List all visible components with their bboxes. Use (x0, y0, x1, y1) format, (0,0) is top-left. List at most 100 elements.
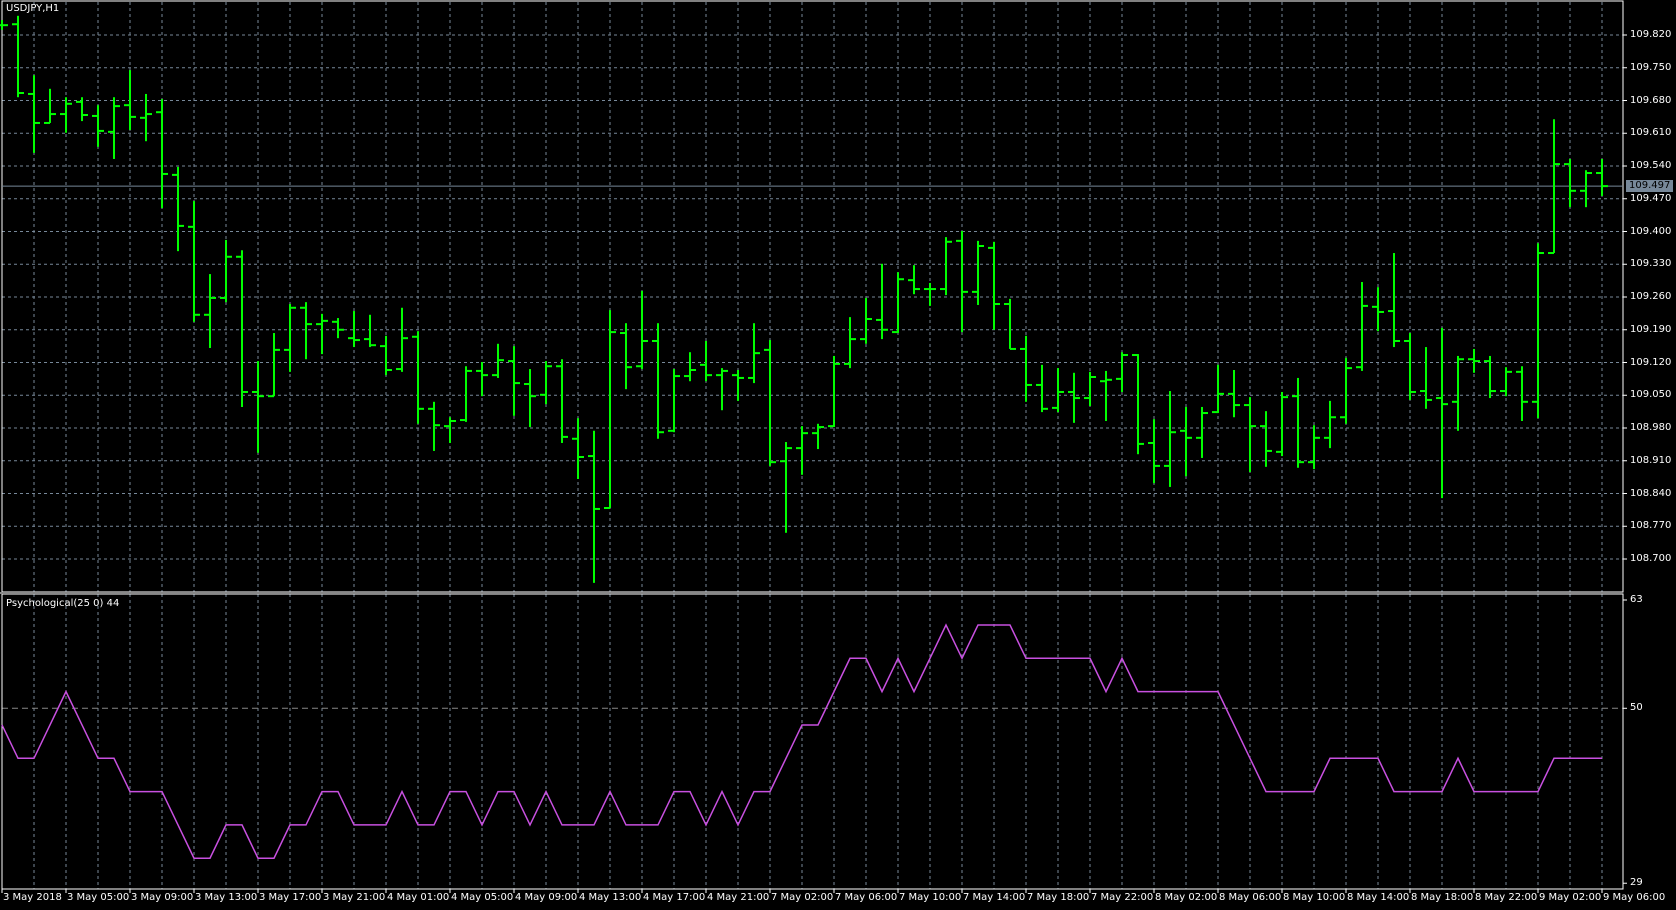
price-axis-label: 109.820 (1630, 29, 1672, 40)
time-axis-label: 8 May 10:00 (1283, 892, 1346, 903)
price-axis-label: 109.120 (1630, 356, 1672, 368)
ohlc-bar (508, 346, 520, 416)
ohlc-bar (284, 304, 296, 372)
ohlc-bar (1132, 354, 1144, 455)
ohlc-bar (220, 239, 232, 303)
price-axis-label: 109.750 (1630, 61, 1672, 73)
ohlc-bar (1020, 335, 1032, 402)
time-axis-label: 3 May 2018 (3, 892, 62, 903)
ohlc-bar (940, 237, 952, 296)
ohlc-bar (476, 362, 488, 397)
ohlc-bar (1004, 298, 1016, 350)
price-axis-label: 109.190 (1630, 323, 1672, 335)
time-axis-label: 8 May 18:00 (1411, 892, 1474, 903)
ohlc-bar (412, 331, 424, 424)
price-axis-label: 108.770 (1630, 520, 1672, 532)
ohlc-bar (252, 361, 264, 453)
ohlc-bar (908, 265, 920, 295)
time-axis-label: 4 May 09:00 (515, 892, 578, 903)
ohlc-bar (1212, 364, 1224, 414)
ohlc-bar (1532, 243, 1544, 419)
time-axis-label: 7 May 10:00 (899, 892, 962, 903)
pane-frames (0, 0, 1627, 893)
ohlc-bar (1500, 367, 1512, 397)
ohlc-bar (780, 442, 792, 533)
ohlc-bar (684, 352, 696, 382)
ohlc-bar (268, 333, 280, 398)
price-axis-label: 109.050 (1630, 389, 1672, 401)
ohlc-bar (540, 361, 552, 405)
time-axis-label: 9 May 06:00 (1603, 892, 1666, 903)
price-axis-label: 108.840 (1630, 487, 1672, 499)
ohlc-bar (1372, 287, 1384, 332)
ohlc-bar (556, 359, 568, 443)
ohlc-bar (1084, 371, 1096, 407)
ohlc-bar (1420, 347, 1432, 409)
current-price-label: 109.497 (1626, 180, 1674, 193)
time-axis-label: 4 May 05:00 (451, 892, 514, 903)
time-axis-label: 8 May 14:00 (1347, 892, 1410, 903)
ohlc-bar (140, 93, 152, 142)
ohlc-bar (12, 15, 24, 98)
ohlc-bar (60, 97, 72, 133)
ohlc-bar (380, 335, 392, 376)
ohlc-bar (316, 313, 328, 355)
ohlc-bar (652, 323, 664, 439)
indicator-label: Psychological(25 0) 44 (6, 598, 120, 609)
ohlc-bar (716, 368, 728, 411)
ohlc-bar (844, 317, 856, 369)
ohlc-bar (1068, 372, 1080, 423)
ohlc-bar (988, 241, 1000, 330)
price-axis-label: 109.610 (1630, 127, 1672, 139)
time-axis-label: 7 May 14:00 (963, 892, 1026, 903)
ohlc-bar (108, 97, 120, 159)
ohlc-bar (892, 272, 904, 334)
ohlc-bar (1516, 366, 1528, 421)
ohlc-bar (156, 99, 168, 209)
ohlc-bar (1324, 400, 1336, 449)
time-axis-label: 4 May 01:00 (387, 892, 450, 903)
time-axis-label: 8 May 06:00 (1219, 892, 1282, 903)
ohlc-bar (92, 105, 104, 147)
price-axis-label: 108.910 (1630, 454, 1672, 466)
ohlc-bar (1276, 391, 1288, 457)
ohlc-bar (1036, 364, 1048, 413)
price-axis-label: 108.980 (1630, 422, 1672, 433)
time-axis-label: 7 May 22:00 (1091, 892, 1154, 903)
ohlc-bar (1180, 406, 1192, 477)
time-axis-label: 8 May 22:00 (1475, 892, 1538, 903)
chart-canvas[interactable] (0, 0, 1676, 910)
ohlc-bar (1116, 352, 1128, 392)
time-axis-label: 4 May 21:00 (707, 892, 770, 903)
ohlc-bar (44, 88, 56, 124)
ohlc-bar (1580, 170, 1592, 208)
ohlc-bar (956, 231, 968, 333)
ohlc-bar (1260, 411, 1272, 467)
ohlc-bar (1340, 357, 1352, 424)
ohlc-bar (700, 340, 712, 382)
ohlc-bar (572, 418, 584, 479)
ohlc-bar (0, 20, 8, 30)
time-axis-label: 8 May 02:00 (1155, 892, 1218, 903)
ohlc-bar (1596, 158, 1608, 196)
indicator-axis-label: 50 (1630, 702, 1643, 714)
ohlc-bar (668, 369, 680, 433)
time-axis-label: 9 May 02:00 (1539, 892, 1602, 903)
ohlc-bar (332, 318, 344, 339)
ohlc-bar (524, 369, 536, 428)
price-axis-label: 109.330 (1630, 258, 1672, 270)
ohlc-bar (1052, 368, 1064, 413)
time-axis-label: 7 May 02:00 (771, 892, 834, 903)
time-axis-label: 3 May 17:00 (259, 892, 322, 903)
ohlc-bar (860, 297, 872, 344)
ohlc-bar (876, 263, 888, 340)
ohlc-bar (1468, 348, 1480, 373)
price-axis-label: 109.470 (1630, 192, 1672, 204)
ohlc-bar (188, 201, 200, 322)
ohlc-bar (1164, 391, 1176, 487)
ohlc-bar (1388, 253, 1400, 348)
ohlc-bar (1404, 333, 1416, 400)
ohlc-bar (364, 314, 376, 348)
ohlc-bar (1308, 425, 1320, 470)
ohlc-bar (444, 417, 456, 443)
